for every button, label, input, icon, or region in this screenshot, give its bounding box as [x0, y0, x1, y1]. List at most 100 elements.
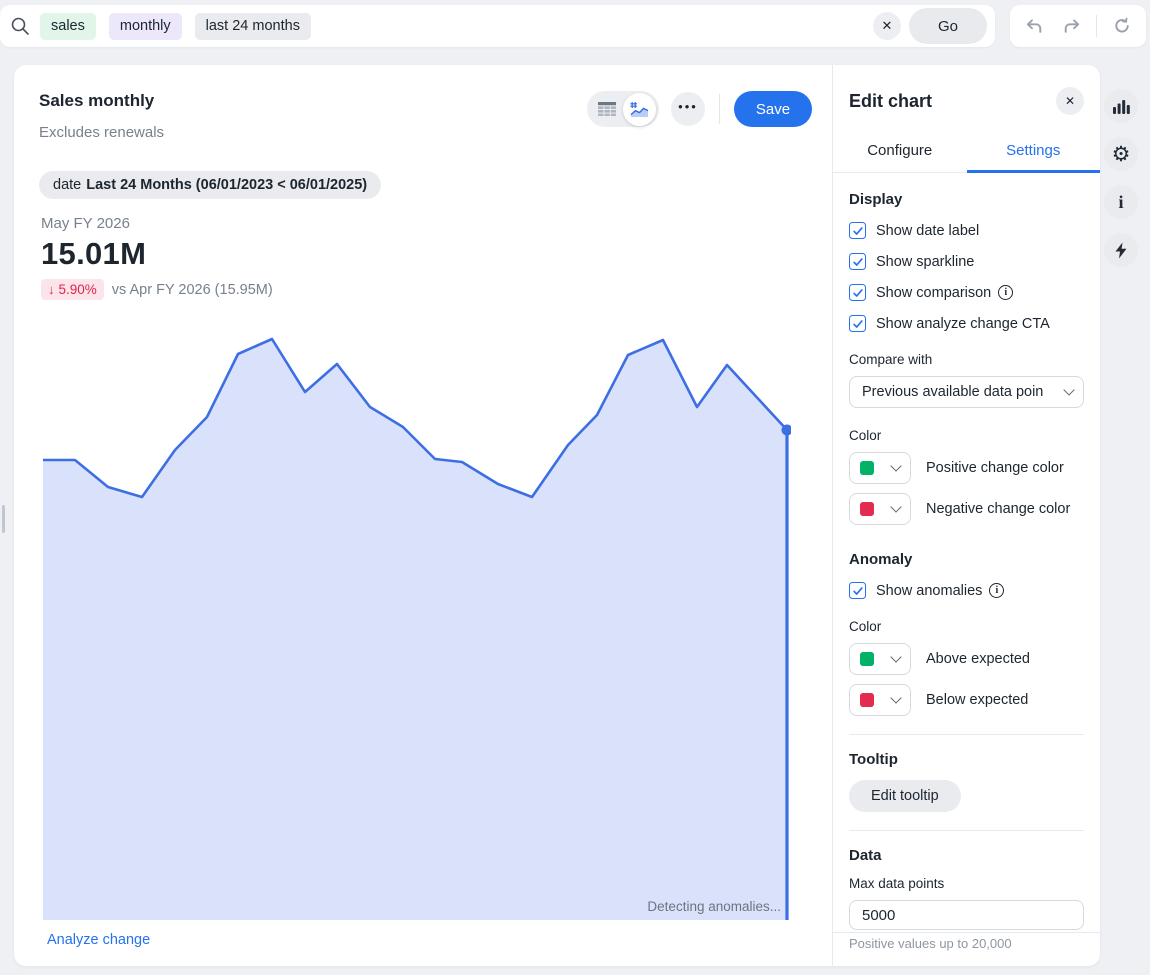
- chart-content: Sales monthly Excludes renewals: [14, 65, 832, 966]
- kpi-block: May FY 2026 15.01M ↓ 5.90% vs Apr FY 202…: [41, 215, 832, 300]
- positive-color-select[interactable]: [849, 452, 911, 484]
- history-divider: [1096, 15, 1097, 37]
- info-icon: i: [1118, 192, 1123, 213]
- reset-icon: [1113, 17, 1131, 35]
- table-icon: [597, 101, 617, 117]
- above-expected-label: Above expected: [926, 651, 1030, 667]
- search-token-sales[interactable]: sales: [40, 13, 96, 40]
- below-expected-select[interactable]: [849, 684, 911, 716]
- color-label: Color: [849, 428, 1084, 443]
- option-label: Show date label: [876, 223, 979, 239]
- search-token-monthly[interactable]: monthly: [109, 13, 182, 40]
- show-analyze-cta-checkbox[interactable]: [849, 315, 866, 332]
- show-comparison-checkbox[interactable]: [849, 284, 866, 301]
- chart-view-button[interactable]: [623, 93, 656, 126]
- option-show-sparkline: Show sparkline: [849, 253, 1084, 270]
- show-sparkline-checkbox[interactable]: [849, 253, 866, 270]
- kpi-date-label: May FY 2026: [41, 215, 832, 232]
- chart-subtitle: Excludes renewals: [39, 124, 164, 141]
- max-data-points-input[interactable]: [849, 900, 1084, 930]
- chevron-down-icon: [890, 501, 901, 512]
- show-anomalies-checkbox[interactable]: [849, 582, 866, 599]
- search-icon: [10, 16, 30, 36]
- option-show-anomalies: Show anomalies i: [849, 582, 1084, 599]
- chart-rail-button[interactable]: [1104, 89, 1138, 123]
- date-filter-chip[interactable]: date Last 24 Months (06/01/2023 < 06/01/…: [39, 171, 381, 199]
- chevron-down-icon: [890, 651, 901, 662]
- section-divider: [849, 830, 1084, 831]
- change-badge: ↓ 5.90%: [41, 279, 104, 300]
- green-swatch: [860, 652, 874, 666]
- settings-rail-button[interactable]: ⚙: [1104, 137, 1138, 171]
- actions-rail-button[interactable]: [1104, 233, 1138, 267]
- tab-configure[interactable]: Configure: [833, 133, 967, 173]
- redo-button[interactable]: [1059, 13, 1085, 39]
- left-panel-handle[interactable]: [2, 505, 5, 533]
- close-icon: ✕: [1065, 94, 1075, 108]
- toolbar-divider: [719, 94, 720, 124]
- red-swatch: [860, 502, 874, 516]
- tab-settings[interactable]: Settings: [967, 133, 1101, 173]
- section-divider: [849, 734, 1084, 735]
- sparkline-fill: [43, 339, 787, 920]
- panel-tabs: Configure Settings: [833, 133, 1100, 173]
- negative-color-select[interactable]: [849, 493, 911, 525]
- max-data-points-label: Max data points: [849, 876, 1084, 891]
- comparison-info-icon[interactable]: i: [998, 285, 1013, 300]
- compare-with-label: Compare with: [849, 352, 1084, 367]
- change-percent: 5.90%: [59, 282, 97, 297]
- tooltip-heading: Tooltip: [849, 751, 1084, 768]
- check-icon: [852, 287, 864, 299]
- red-swatch: [860, 693, 874, 707]
- option-show-date-label: Show date label: [849, 222, 1084, 239]
- chart-title: Sales monthly: [39, 91, 164, 111]
- analyze-change-link[interactable]: Analyze change: [47, 932, 150, 948]
- area-chart-icon: [630, 101, 649, 118]
- anomalies-info-icon[interactable]: i: [989, 583, 1004, 598]
- close-panel-button[interactable]: ✕: [1056, 87, 1084, 115]
- search-bar[interactable]: sales monthly last 24 months ✕ Go: [0, 5, 995, 47]
- search-token-last-24-months[interactable]: last 24 months: [195, 13, 311, 40]
- compare-with-select[interactable]: Previous available data poin: [849, 376, 1084, 408]
- history-controls: [1010, 5, 1146, 47]
- show-date-label-checkbox[interactable]: [849, 222, 866, 239]
- compare-with-value: Previous available data poin: [862, 384, 1065, 400]
- reset-button[interactable]: [1109, 13, 1135, 39]
- more-options-button[interactable]: •••: [671, 92, 705, 126]
- lightning-icon: [1114, 242, 1128, 259]
- display-heading: Display: [849, 191, 1084, 208]
- chevron-down-icon: [890, 460, 901, 471]
- chart-toolbar: ••• Save: [587, 91, 812, 127]
- anomaly-color-label: Color: [849, 619, 1084, 634]
- check-icon: [852, 318, 864, 330]
- view-toggle: [587, 91, 659, 127]
- positive-color-row: Positive change color: [849, 452, 1084, 484]
- undo-button[interactable]: [1021, 13, 1047, 39]
- option-show-comparison: Show comparison i: [849, 284, 1084, 301]
- save-button[interactable]: Save: [734, 91, 812, 127]
- sparkline-chart[interactable]: Detecting anomalies...: [43, 337, 791, 920]
- bar-chart-icon: [1112, 98, 1130, 114]
- option-show-analyze-cta: Show analyze change CTA: [849, 315, 1084, 332]
- above-expected-row: Above expected: [849, 643, 1084, 675]
- anomaly-status-text: Detecting anomalies...: [647, 899, 781, 914]
- green-swatch: [860, 461, 874, 475]
- info-rail-button[interactable]: i: [1104, 185, 1138, 219]
- chart-card: Sales monthly Excludes renewals: [14, 65, 1100, 966]
- below-expected-row: Below expected: [849, 684, 1084, 716]
- filter-chip-prefix: date: [53, 177, 81, 193]
- go-button[interactable]: Go: [909, 8, 987, 44]
- clear-search-button[interactable]: ✕: [873, 12, 901, 40]
- option-label: Show sparkline: [876, 254, 974, 270]
- above-expected-select[interactable]: [849, 643, 911, 675]
- data-heading: Data: [849, 847, 1084, 864]
- filter-chip-value: Last 24 Months (06/01/2023 < 06/01/2025): [86, 177, 367, 193]
- edit-tooltip-button[interactable]: Edit tooltip: [849, 780, 961, 812]
- chart-title-block: Sales monthly Excludes renewals: [39, 91, 164, 141]
- top-bar: sales monthly last 24 months ✕ Go: [0, 0, 1150, 52]
- right-rail: ⚙ i: [1104, 89, 1138, 281]
- anomaly-heading: Anomaly: [849, 551, 1084, 568]
- table-view-button[interactable]: [590, 93, 623, 126]
- max-data-points-helper: Positive values up to 20,000: [849, 936, 1084, 951]
- option-label: Show anomalies: [876, 583, 982, 599]
